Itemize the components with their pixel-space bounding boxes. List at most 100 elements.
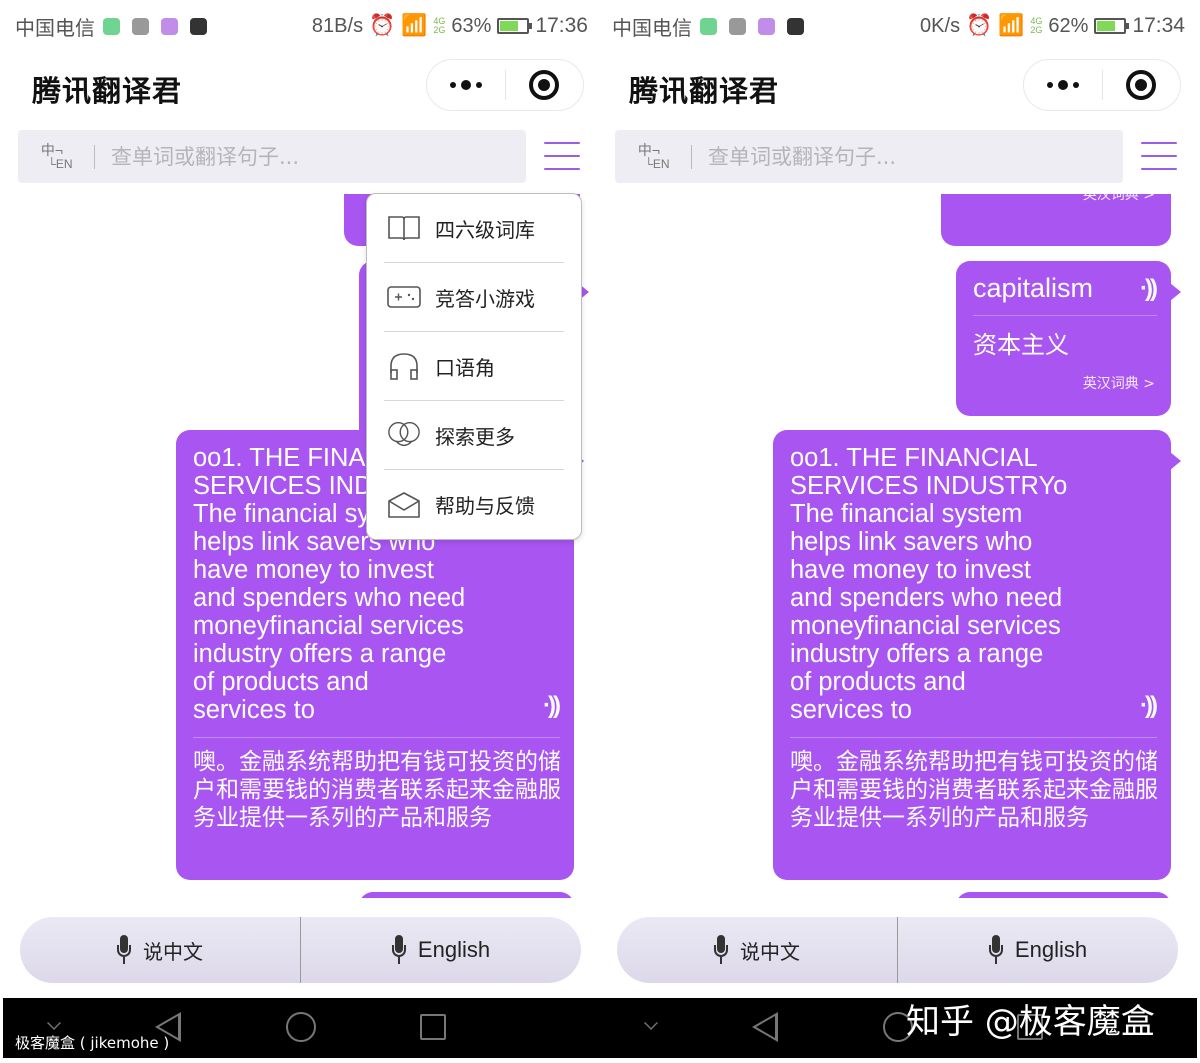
search-box: 中¬ └EN bbox=[18, 130, 526, 183]
gallery-notification-icon bbox=[161, 17, 178, 35]
carrier-name: 中国电信 bbox=[15, 17, 95, 40]
search-input[interactable] bbox=[708, 144, 1123, 169]
watermark: 知乎 @极客魔盒 bbox=[906, 1002, 1155, 1042]
menu-item-explore-more[interactable]: 探索更多 bbox=[384, 401, 564, 470]
speak-chinese-button[interactable]: 说中文 bbox=[617, 917, 897, 983]
wifi-icon: 📶 bbox=[401, 14, 428, 37]
miniprogram-capsule bbox=[426, 59, 584, 111]
menu-line-icon bbox=[544, 142, 580, 144]
dropdown-menu: 四六级词库 竞答小游戏 口语角 探索更多 帮助与反馈 bbox=[366, 193, 582, 540]
language-switch-button[interactable]: 中¬ └EN bbox=[18, 130, 94, 183]
status-bar: 中国电信 0K/s ⏰ 📶 4G 2G 62% 17:34 bbox=[600, 0, 1197, 52]
gamepad-icon bbox=[387, 282, 421, 312]
hide-nav-chevron-icon[interactable] bbox=[644, 1016, 658, 1030]
recent-apps-square-icon[interactable] bbox=[420, 1014, 446, 1040]
speak-english-button[interactable]: English bbox=[898, 917, 1178, 983]
speaker-icon[interactable]: ·)) bbox=[543, 692, 561, 720]
battery-percent: 63% bbox=[451, 14, 492, 37]
close-miniprogram-button[interactable] bbox=[506, 60, 584, 110]
menu-item-quiz-game[interactable]: 竞答小游戏 bbox=[384, 263, 564, 332]
more-options-button[interactable] bbox=[427, 60, 505, 110]
word-text: capitalism bbox=[973, 273, 1094, 303]
speak-chinese-button[interactable]: 说中文 bbox=[20, 917, 300, 983]
back-triangle-icon[interactable] bbox=[752, 1012, 778, 1042]
microphone-icon bbox=[391, 935, 406, 965]
clock: 17:36 bbox=[535, 14, 588, 37]
explore-circles-icon bbox=[387, 420, 421, 450]
book-icon bbox=[387, 213, 421, 243]
app-header: 腾讯翻译君 bbox=[3, 52, 600, 120]
message-notification-icon bbox=[132, 17, 149, 35]
watermark: 极客魔盒 ( jikemohe ) bbox=[15, 1034, 170, 1052]
search-divider bbox=[691, 144, 692, 169]
network-speed: 0K/s bbox=[920, 14, 961, 37]
more-dots-icon bbox=[1046, 82, 1053, 88]
microphone-icon bbox=[988, 935, 1003, 965]
app-header: 腾讯翻译君 bbox=[600, 52, 1197, 120]
search-row: 中¬ └EN bbox=[18, 130, 600, 183]
bubble-divider bbox=[193, 737, 560, 738]
signal-icon: 4G 2G bbox=[433, 16, 446, 35]
network-speed: 81B/s bbox=[311, 14, 364, 37]
wifi-icon: 📶 bbox=[998, 14, 1025, 37]
miniprogram-capsule bbox=[1023, 59, 1181, 111]
battery-icon bbox=[497, 18, 533, 34]
carrier-name: 中国电信 bbox=[612, 17, 692, 40]
status-bar: 中国电信 81B/s ⏰ 📶 4G 2G 63% 17:36 bbox=[3, 0, 600, 52]
search-input[interactable] bbox=[111, 144, 526, 169]
phone-screen-left: 中国电信 81B/s ⏰ 📶 4G 2G 63% 17:36 腾讯翻译君 中¬ … bbox=[3, 0, 600, 1063]
more-options-button[interactable] bbox=[1024, 60, 1102, 110]
envelope-icon bbox=[387, 490, 421, 520]
chat-bubble-word[interactable]: capitalism ·)) 资本主义 英汉词典 > bbox=[956, 261, 1181, 416]
home-circle-icon[interactable] bbox=[286, 1012, 316, 1042]
voice-input-bar: 说中文 English bbox=[617, 917, 1178, 983]
gallery-notification-icon bbox=[758, 17, 775, 35]
speaker-icon[interactable]: ·)) bbox=[1140, 692, 1158, 720]
target-close-icon bbox=[1126, 70, 1157, 100]
android-nav-bar: 极客魔盒 ( jikemohe ) bbox=[3, 998, 600, 1058]
app-title: 腾讯翻译君 bbox=[32, 76, 183, 108]
target-close-icon bbox=[529, 70, 560, 100]
chat-area: 英汉词典 > capitalism ·)) 资本主义 英汉词典 > oo1. T… bbox=[600, 194, 1197, 898]
phone-screen-right: 中国电信 0K/s ⏰ 📶 4G 2G 62% 17:34 腾讯翻译君 中¬ └… bbox=[600, 0, 1197, 1063]
hide-nav-chevron-icon[interactable] bbox=[47, 1016, 61, 1030]
battery-icon bbox=[1094, 18, 1130, 34]
clock: 17:34 bbox=[1132, 14, 1185, 37]
bubble-divider bbox=[790, 737, 1157, 738]
microphone-icon bbox=[117, 935, 131, 965]
microphone-icon bbox=[714, 935, 728, 965]
english-chinese-dict-link[interactable]: 英汉词典 > bbox=[1083, 373, 1155, 393]
menu-item-cet-vocabulary[interactable]: 四六级词库 bbox=[384, 194, 564, 263]
menu-item-speaking-corner[interactable]: 口语角 bbox=[384, 332, 564, 401]
search-row: 中¬ └EN bbox=[615, 130, 1197, 183]
bubble-divider bbox=[973, 315, 1157, 316]
file-notification-icon bbox=[190, 17, 207, 35]
menu-item-help-feedback[interactable]: 帮助与反馈 bbox=[384, 470, 564, 539]
app-title: 腾讯翻译君 bbox=[629, 76, 780, 108]
chat-bubble-next[interactable] bbox=[956, 892, 1171, 898]
speak-english-button[interactable]: English bbox=[301, 917, 581, 983]
speaker-icon[interactable]: ·)) bbox=[1140, 275, 1158, 303]
alarm-icon: ⏰ bbox=[966, 14, 993, 37]
menu-line-icon bbox=[1141, 142, 1177, 144]
source-sentence-text: oo1. THE FINANCIAL SERVICES INDUSTRYo Th… bbox=[790, 444, 1068, 724]
language-switch-button[interactable]: 中¬ └EN bbox=[615, 130, 691, 183]
chat-bubble-sentence[interactable]: oo1. THE FINANCIAL SERVICES INDUSTRYo Th… bbox=[773, 430, 1181, 880]
more-dots-icon bbox=[449, 82, 456, 88]
battery-percent: 62% bbox=[1048, 14, 1089, 37]
source-lang: 中¬ bbox=[637, 141, 661, 158]
file-notification-icon bbox=[787, 17, 804, 35]
menu-button[interactable] bbox=[544, 140, 580, 172]
target-lang: └EN bbox=[47, 156, 73, 171]
android-nav-bar: 知乎 @极客魔盒 bbox=[600, 998, 1197, 1058]
chat-bubble-dict[interactable]: 英汉词典 > bbox=[941, 194, 1171, 246]
app-notification-icon bbox=[700, 17, 717, 35]
voice-input-bar: 说中文 English bbox=[20, 917, 581, 983]
target-lang: └EN bbox=[644, 156, 670, 171]
close-miniprogram-button[interactable] bbox=[1103, 60, 1181, 110]
menu-button[interactable] bbox=[1141, 140, 1177, 172]
chat-bubble-next[interactable] bbox=[359, 892, 574, 898]
headphones-icon bbox=[387, 351, 421, 381]
signal-icon: 4G 2G bbox=[1030, 16, 1043, 35]
english-chinese-dict-link[interactable]: 英汉词典 > bbox=[1083, 194, 1155, 204]
